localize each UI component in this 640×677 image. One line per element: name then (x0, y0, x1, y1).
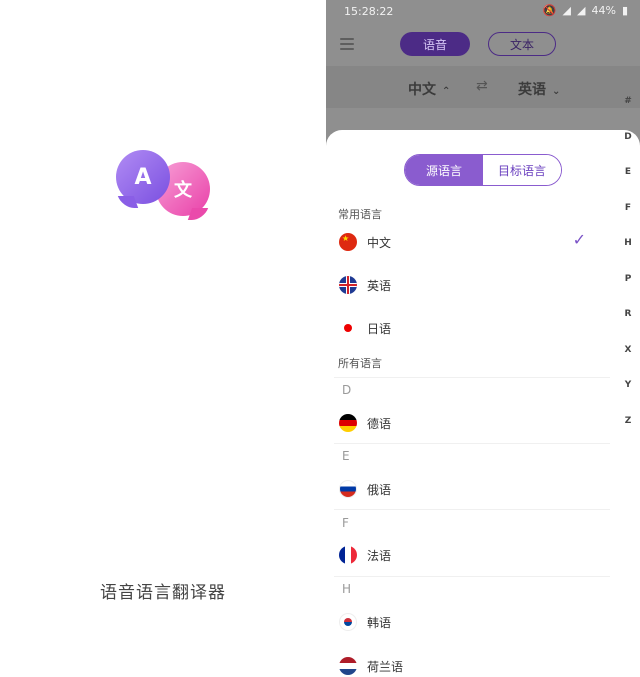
korea-flag-icon (339, 613, 357, 631)
target-language-label: 英语 (518, 82, 546, 98)
netherlands-flag-icon (339, 657, 357, 675)
logo-bubble-a-icon: A (116, 150, 170, 204)
language-type-toggle: 源语言 目标语言 (404, 154, 562, 186)
logo-letter-wen: 文 (174, 180, 192, 201)
index-letter[interactable]: F (622, 203, 634, 239)
tab-text[interactable]: 文本 (488, 32, 556, 56)
logo-letter-a: A (134, 164, 152, 190)
language-name: 日语 (367, 321, 392, 336)
group-letter-e: E (342, 449, 350, 463)
russia-flag-icon (339, 480, 357, 498)
splash-screen: A 文 语音语言翻译器 (0, 0, 326, 677)
common-languages-label: 常用语言 (338, 208, 382, 221)
index-letter[interactable]: # (622, 96, 634, 132)
divider (334, 443, 610, 444)
index-letter[interactable]: Z (622, 416, 634, 452)
language-name: 韩语 (367, 615, 392, 630)
status-bar: 15:28:22 🔕 ◢ ◢ 44% ▮ (326, 0, 640, 24)
status-icons: 🔕 ◢ ◢ 44% ▮ (543, 4, 628, 17)
index-letter[interactable]: X (622, 345, 634, 381)
index-letter[interactable]: H (622, 238, 634, 274)
app-logo: A 文 (112, 148, 216, 224)
uk-flag-icon (339, 276, 357, 294)
language-item-chinese[interactable]: 中文 ✓ (326, 224, 616, 260)
battery-icon: ▮ (621, 4, 628, 17)
all-languages-label: 所有语言 (338, 357, 382, 370)
battery-percent: 44% (591, 4, 616, 17)
language-item-german[interactable]: 德语 (326, 405, 616, 441)
france-flag-icon (339, 546, 357, 564)
language-name: 英语 (367, 278, 392, 293)
divider (334, 576, 610, 577)
language-item-russian[interactable]: 俄语 (326, 471, 616, 507)
china-flag-icon (339, 233, 357, 251)
index-letter[interactable]: R (622, 309, 634, 345)
signal-2-icon: ◢ (577, 4, 586, 17)
source-language-selector[interactable]: 中文 ⌃ (408, 79, 450, 99)
language-item-english[interactable]: 英语 (326, 267, 616, 303)
tab-voice[interactable]: 语音 (400, 32, 470, 56)
checkmark-icon: ✓ (572, 230, 586, 249)
group-letter-d: D (342, 383, 352, 397)
group-letter-h: H (342, 582, 352, 596)
divider (334, 377, 610, 378)
divider (334, 509, 610, 510)
source-language-label: 中文 (408, 82, 436, 98)
chevron-down-icon: ⌄ (552, 86, 561, 97)
language-item-korean[interactable]: 韩语 (326, 604, 616, 640)
language-name: 法语 (367, 548, 392, 563)
index-letter[interactable]: D (622, 132, 634, 168)
group-letter-f: F (342, 516, 349, 530)
mute-bell-icon: 🔕 (542, 4, 557, 17)
index-letter[interactable]: Y (622, 380, 634, 416)
phone-screen: 15:28:22 🔕 ◢ ◢ 44% ▮ 语音 文本 中文 ⌃ ⇄ 英语 ⌄ 源语言… (326, 0, 640, 677)
signal-icon: ◢ (562, 4, 572, 17)
splash-app-title: 语音语言翻译器 (100, 583, 226, 603)
language-bar: 中文 ⌃ ⇄ 英语 ⌄ (326, 66, 640, 108)
language-name: 德语 (367, 416, 392, 431)
index-letter[interactable]: E (622, 167, 634, 203)
language-item-japanese[interactable]: 日语 (326, 310, 616, 346)
language-item-french[interactable]: 法语 (326, 537, 616, 573)
swap-languages-icon[interactable]: ⇄ (476, 78, 488, 94)
language-picker-sheet: 源语言 目标语言 常用语言 中文 ✓ 英语 日语 所有语言 D 德语 E 俄语 (326, 130, 640, 677)
status-time: 15:28:22 (344, 5, 394, 18)
japan-flag-icon (339, 319, 357, 337)
app-bar: 语音 文本 (326, 24, 640, 66)
menu-icon[interactable] (340, 38, 354, 50)
language-name: 荷兰语 (367, 659, 404, 674)
language-name: 俄语 (367, 482, 392, 497)
chevron-up-icon: ⌃ (442, 86, 451, 97)
index-letter[interactable]: P (622, 274, 634, 310)
tab-source-language[interactable]: 源语言 (405, 155, 483, 185)
language-name: 中文 (367, 235, 392, 250)
alphabet-index[interactable]: # D E F H P R X Y Z (622, 96, 634, 451)
target-language-selector[interactable]: 英语 ⌄ (518, 79, 560, 99)
tab-target-language[interactable]: 目标语言 (483, 155, 561, 185)
language-item-dutch[interactable]: 荷兰语 (326, 648, 616, 677)
germany-flag-icon (339, 414, 357, 432)
